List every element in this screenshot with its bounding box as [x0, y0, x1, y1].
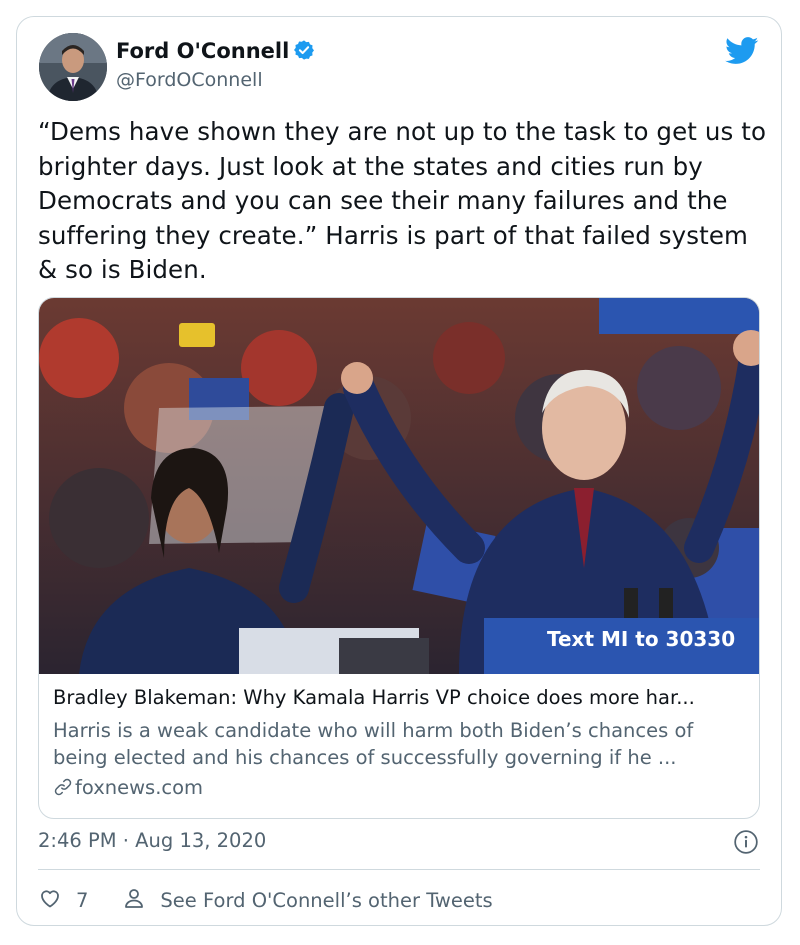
link-preview-card[interactable]: Text MI to 30330 Bradley Blakeman: Why K… [38, 297, 760, 819]
tweet-card: Ford O'Connell @FordOConnell “Dems have … [16, 16, 782, 926]
display-name-text: Ford O'Connell [116, 39, 290, 63]
avatar[interactable] [39, 33, 107, 101]
action-bar: 7 See Ford O'Connell’s other Tweets [38, 883, 493, 917]
see-other-tweets-link[interactable]: See Ford O'Connell’s other Tweets [160, 889, 492, 912]
link-domain-text: foxnews.com [75, 776, 204, 799]
tweet-timestamp[interactable]: 2:46 PM · Aug 13, 2020 [38, 829, 266, 852]
divider [38, 869, 760, 870]
link-domain[interactable]: foxnews.com [53, 776, 203, 799]
heart-icon[interactable] [38, 886, 62, 915]
link-icon [53, 776, 75, 799]
tweet-text: “Dems have shown they are not up to the … [38, 117, 767, 284]
link-description: Harris is a weak candidate who will harm… [53, 719, 694, 769]
user-handle[interactable]: @FordOConnell [116, 69, 263, 91]
twitter-bird-icon[interactable] [725, 37, 759, 69]
link-preview-image: Text MI to 30330 [39, 298, 759, 674]
info-icon[interactable] [733, 829, 759, 859]
image-banner-text: Text MI to 30330 [547, 627, 735, 651]
verified-badge-icon [293, 39, 315, 66]
like-count: 7 [76, 888, 89, 912]
display-name[interactable]: Ford O'Connell [116, 39, 315, 66]
person-icon[interactable] [122, 886, 146, 915]
link-title[interactable]: Bradley Blakeman: Why Kamala Harris VP c… [53, 686, 749, 709]
